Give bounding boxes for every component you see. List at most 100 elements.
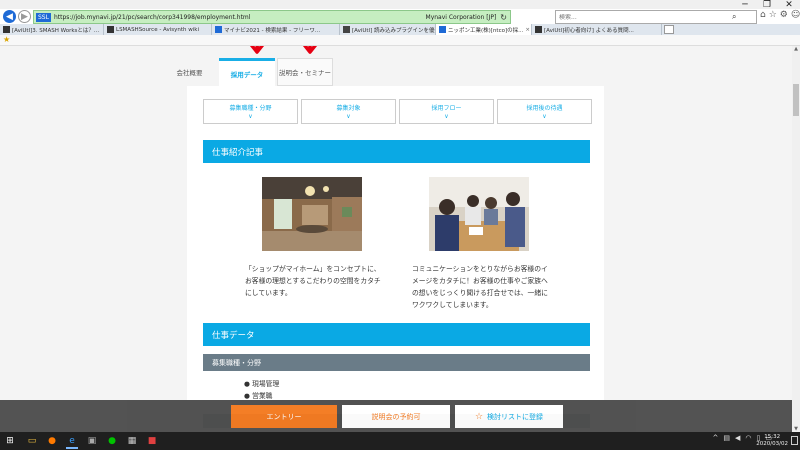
entry-button[interactable]: エントリー xyxy=(231,405,337,428)
seminar-reserve-button[interactable]: 説明会の予約可 xyxy=(342,405,450,428)
job-type-list: ● 現場管理 ● 営業職 xyxy=(244,378,279,402)
browser-tab[interactable]: [AviUtl]初心者向け] よくある質問... xyxy=(532,24,662,35)
ssl-badge: SSL xyxy=(36,12,51,22)
section-heading-work-data: 仕事データ xyxy=(203,323,590,346)
text-line: コミュニケーションをとりながらお客様のイ xyxy=(412,265,548,273)
page-viewport: 会社概要 採用データ 説明会・セミナー 募集職種・分野 ∨ 募集対象 ∨ 採用フロー… xyxy=(0,46,792,432)
subsection-heading-jobtype: 募集職種・分野 xyxy=(203,354,590,371)
notification-icon[interactable] xyxy=(791,436,798,445)
tab-label: [AviUtl] 読み込みプラグインを優先... xyxy=(352,27,436,34)
add-to-list-button[interactable]: ☆ 検討リストに登録 xyxy=(455,405,563,428)
subnav-target[interactable]: 募集対象 ∨ xyxy=(301,99,396,124)
windows-start-icon[interactable]: ⊞ xyxy=(4,435,16,447)
tab-label: マイナビ2021 - 検索結果 - フリーワ... xyxy=(224,27,321,34)
internet-explorer-icon[interactable]: e xyxy=(66,435,78,449)
page-scrollbar[interactable]: ▲ ▼ xyxy=(792,46,800,432)
text-line: の想いをじっくり聞ける打合せでは、一緒に xyxy=(412,289,548,297)
text-line: メージをカタチに！お客様の仕事やご家族へ xyxy=(412,277,548,285)
add-to-list-label: 検討リストに登録 xyxy=(487,412,544,421)
subnav-label: 募集職種・分野 xyxy=(229,105,272,112)
browser-tab[interactable]: [AviUtl] 読み込みプラグインを優先... xyxy=(340,24,436,35)
home-icon[interactable]: ⌂ xyxy=(760,10,766,20)
scrollbar-thumb[interactable] xyxy=(793,84,799,116)
toolbar-icons: ⌂ ☆ ⚙ ☺ xyxy=(760,10,800,20)
text-line: にしています。 xyxy=(245,289,292,297)
search-icon[interactable]: ⌕ xyxy=(732,12,736,22)
back-button[interactable]: ◀ xyxy=(3,10,16,23)
main-content: 募集職種・分野∨ 募集対象∨ 採用フロー∨ 採用後の待遇∨ 仕事紹介記事 xyxy=(187,86,604,432)
shop-interior-photo xyxy=(262,177,362,251)
article-right-text: コミュニケーションをとりながらお客様のイ メージをカタチに！お客様の仕事やご家族… xyxy=(412,263,577,311)
action-bar: エントリー 説明会の予約可 ☆ 検討リストに登録 xyxy=(0,400,792,432)
tab-favicon-icon xyxy=(439,26,446,33)
clock-time: 15:32 xyxy=(764,434,781,440)
network-icon[interactable]: ▤ xyxy=(723,434,730,442)
tab-company-overview[interactable]: 会社概要 xyxy=(161,58,218,86)
search-box[interactable]: ⌕ xyxy=(555,10,757,24)
chevron-down-icon: ∨ xyxy=(444,113,449,120)
taskbar-clock[interactable]: 15:32 2020/03/02 xyxy=(756,434,788,448)
subnav-benefits[interactable]: 採用後の待遇 ∨ xyxy=(497,99,592,124)
tab-label: [AviUtl]3. SMASH Worksとは？... xyxy=(12,27,100,34)
annotation-arrow-2 xyxy=(302,46,318,54)
new-tab-button[interactable] xyxy=(664,25,674,34)
line-icon[interactable]: ● xyxy=(106,435,118,447)
tab-label: [AviUtl]初心者向け] よくある質問... xyxy=(544,27,634,34)
volume-icon[interactable]: ◀ xyxy=(735,434,740,442)
tab-favicon-icon xyxy=(215,26,222,33)
favorites-bar: ★ xyxy=(0,35,800,46)
address-row: ◀ ▶ SSL https://job.mynavi.jp/21/pc/sear… xyxy=(0,9,800,24)
address-bar[interactable]: SSL https://job.mynavi.jp/21/pc/search/c… xyxy=(33,10,511,24)
section-heading-work-article: 仕事紹介記事 xyxy=(203,140,590,163)
tab-favicon-icon xyxy=(535,26,542,33)
forward-button[interactable]: ▶ xyxy=(18,10,31,23)
smiley-icon[interactable]: ☺ xyxy=(791,10,800,20)
firefox-icon[interactable]: ● xyxy=(46,435,58,447)
subnav-jobtype[interactable]: 募集職種・分野 ∨ xyxy=(203,99,298,124)
browser-tab[interactable]: LSMASHSource - Avisynth wiki xyxy=(104,24,212,35)
certificate-label[interactable]: Mynavi Corporation [JP] xyxy=(426,14,501,21)
browser-tab[interactable]: [AviUtl]3. SMASH Worksとは？... xyxy=(0,24,104,35)
text-line: お客様の理想とするこだわりの空間をカタチ xyxy=(245,277,381,285)
text-line: ワクワクしてしまいます。 xyxy=(412,301,493,309)
arrow-left-icon: ◀ xyxy=(6,11,13,22)
chevron-down-icon: ∨ xyxy=(346,113,351,120)
meeting-photo xyxy=(429,177,529,251)
chevron-up-icon[interactable]: ^ xyxy=(713,434,719,442)
favorites-star-icon[interactable]: ★ xyxy=(3,35,10,44)
windows-taskbar: ⊞ ▭ ● e ▣ ● ▦ ■ ^ ▤ ◀ ◠ ▯ ▭ 15:32 2020/0… xyxy=(0,432,800,450)
list-item: ● 現場管理 xyxy=(244,380,280,388)
article-left-text: 「ショップがマイホーム」をコンセプトに、 お客様の理想とするこだわりの空間をカタ… xyxy=(245,263,395,299)
file-explorer-icon[interactable]: ▭ xyxy=(26,435,38,447)
chevron-down-icon: ∨ xyxy=(542,113,547,120)
browser-tab[interactable]: マイナビ2021 - 検索結果 - フリーワ... xyxy=(212,24,340,35)
subnav-label: 採用後の待遇 xyxy=(526,105,563,112)
calculator-icon[interactable]: ▦ xyxy=(126,435,138,447)
close-tab-icon[interactable]: × xyxy=(523,27,530,33)
app-icon-2[interactable]: ■ xyxy=(146,435,158,447)
tab-favicon-icon xyxy=(343,26,350,33)
tab-label: LSMASHSource - Avisynth wiki xyxy=(116,26,200,33)
settings-gear-icon[interactable]: ⚙ xyxy=(780,10,788,20)
url-text[interactable]: https://job.mynavi.jp/21/pc/search/corp3… xyxy=(54,14,250,21)
browser-tab[interactable]: ニッポン工業(株)[ntco]の採... × xyxy=(436,24,532,35)
wifi-icon[interactable]: ◠ xyxy=(745,434,751,442)
reload-icon[interactable]: ↻ xyxy=(500,13,510,22)
subnav-label: 募集対象 xyxy=(336,105,361,112)
tab-label: ニッポン工業(株)[ntco]の採... xyxy=(448,27,524,34)
arrow-right-icon: ▶ xyxy=(21,11,28,22)
favorites-star-icon[interactable]: ☆ xyxy=(769,10,777,20)
tab-favicon-icon xyxy=(3,26,10,33)
clock-date: 2020/03/02 xyxy=(756,441,788,447)
search-input[interactable] xyxy=(556,13,732,21)
chevron-down-icon: ∨ xyxy=(248,113,253,120)
job-item-label: 営業職 xyxy=(252,392,273,400)
scroll-up-icon[interactable]: ▲ xyxy=(792,46,800,52)
browser-tab-row: [AviUtl]3. SMASH Worksとは？... LSMASHSource… xyxy=(0,24,800,35)
subnav-flow[interactable]: 採用フロー ∨ xyxy=(399,99,494,124)
tab-favicon-icon xyxy=(107,26,114,33)
app-icon[interactable]: ▣ xyxy=(86,435,98,447)
subnav: 募集職種・分野 ∨ 募集対象 ∨ 採用フロー ∨ 採用後の待遇 ∨ xyxy=(203,99,592,124)
subnav-label: 採用フロー xyxy=(431,105,462,112)
job-item-label: 現場管理 xyxy=(252,380,280,388)
